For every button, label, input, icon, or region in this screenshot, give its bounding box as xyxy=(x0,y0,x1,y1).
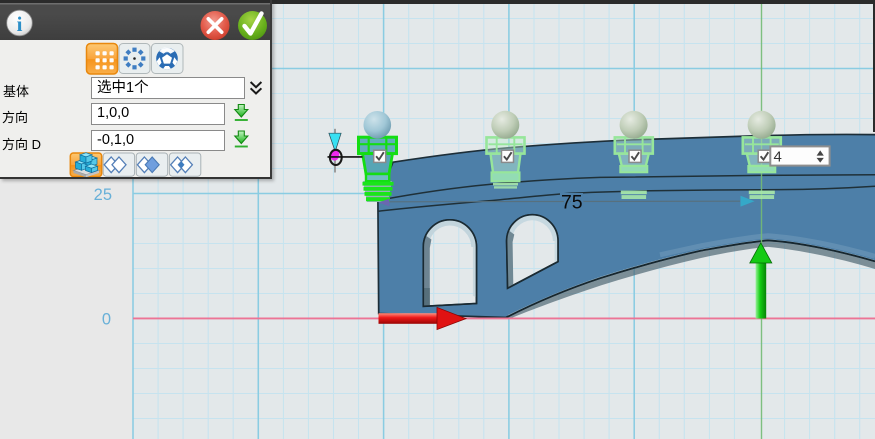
svg-text:i: i xyxy=(17,12,23,36)
svg-text:0: 0 xyxy=(102,311,111,329)
svg-text:4: 4 xyxy=(774,148,782,165)
svg-text:25: 25 xyxy=(94,186,112,204)
svg-text:75: 75 xyxy=(561,192,583,214)
